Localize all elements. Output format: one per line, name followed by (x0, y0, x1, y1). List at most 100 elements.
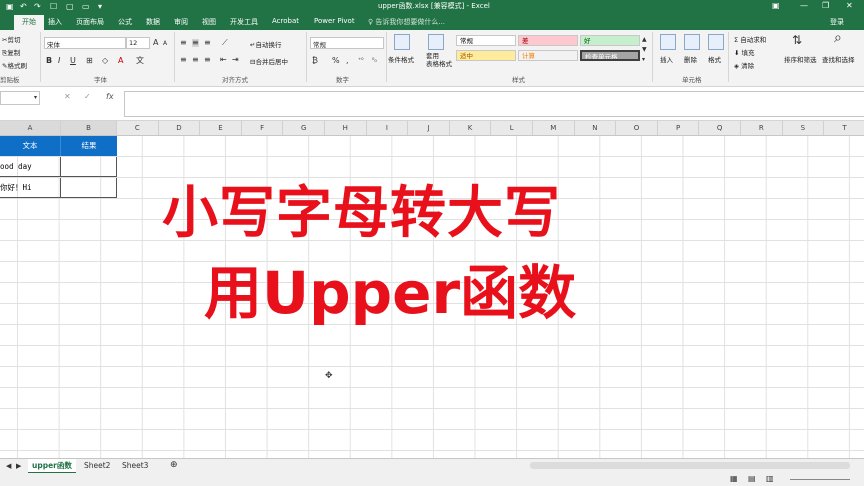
column-header-b[interactable]: B (61, 121, 117, 135)
number-format-select[interactable]: 常规 (310, 37, 384, 49)
minimize-icon[interactable]: — (800, 1, 808, 10)
column-header-d[interactable]: D (159, 121, 201, 135)
scroll-sheets-left-icon[interactable]: ◀ (6, 462, 11, 470)
cell-a1[interactable]: 文本 (0, 136, 61, 156)
cell-a2[interactable]: ood day (0, 157, 61, 177)
orientation-icon[interactable]: ⟋ (222, 39, 228, 47)
percent-icon[interactable]: % (332, 57, 340, 65)
copy-button[interactable]: ⎘复制 (2, 47, 20, 58)
shrink-font-icon[interactable]: A (163, 40, 167, 48)
accounting-icon[interactable]: ₿ (312, 57, 318, 65)
cell-a3[interactable]: 你好！Hi (0, 178, 61, 198)
format-cells-icon[interactable] (708, 34, 724, 50)
cell-b2[interactable] (61, 157, 117, 177)
align-center-icon[interactable]: ≡ (192, 56, 199, 64)
tab-page-layout[interactable]: 页面布局 (76, 17, 104, 27)
style-normal[interactable]: 常规 (456, 35, 516, 46)
conditional-format-label[interactable]: 条件格式 (388, 54, 414, 64)
column-header-r[interactable]: R (741, 121, 783, 135)
magnifier-icon[interactable]: ⌕ (834, 31, 842, 45)
align-middle-icon[interactable]: ≡ (192, 39, 199, 47)
touch-mode-icon[interactable]: ☐ (50, 2, 57, 11)
column-header-p[interactable]: P (658, 121, 700, 135)
scroll-sheets-right-icon[interactable]: ▶ (16, 462, 21, 470)
page-layout-view-icon[interactable]: ▤ (748, 475, 756, 483)
column-header-t[interactable]: T (824, 121, 864, 135)
tab-power-pivot[interactable]: Power Pivot (314, 17, 355, 25)
wrap-text-button[interactable]: ↵自动换行 (250, 39, 281, 49)
clear-button[interactable]: ◈ 清除 (734, 60, 754, 70)
cell-b3[interactable] (61, 178, 117, 198)
column-header-n[interactable]: N (575, 121, 617, 135)
styles-more-icon[interactable]: ▾ (642, 56, 645, 64)
name-box[interactable]: ▾ (0, 91, 40, 105)
conditional-format-icon[interactable] (394, 34, 410, 50)
quick-access-more-icon[interactable]: ▾ (98, 2, 102, 11)
column-header-s[interactable]: S (783, 121, 825, 135)
format-as-table-label[interactable]: 套用 表格格式 (426, 52, 452, 68)
column-header-f[interactable]: F (242, 121, 284, 135)
column-header-e[interactable]: E (200, 121, 242, 135)
page-break-view-icon[interactable]: ▥ (766, 475, 774, 483)
save-icon[interactable]: ▣ (6, 2, 14, 11)
sheet-tab-sheet3[interactable]: Sheet3 (118, 459, 152, 472)
sheet-tab-upper[interactable]: upper函数 (28, 459, 76, 474)
decrease-indent-icon[interactable]: ⇤ (220, 56, 227, 64)
new-sheet-icon[interactable]: ⊕ (170, 461, 178, 470)
format-as-table-icon[interactable] (428, 34, 444, 50)
italic-icon[interactable]: I (58, 57, 60, 65)
restore-icon[interactable]: ❐ (822, 1, 829, 10)
login-link[interactable]: 登录 (830, 17, 844, 27)
redo-icon[interactable]: ↷ (34, 2, 41, 11)
increase-decimal-icon[interactable]: ⁺⁰ (358, 57, 364, 65)
phonetic-icon[interactable]: 文 (136, 57, 144, 65)
format-painter-button[interactable]: ✎格式刷 (2, 60, 27, 70)
insert-cells-label[interactable]: 插入 (660, 54, 673, 64)
style-check-cell[interactable]: 检查单元格 (580, 50, 640, 61)
tab-formulas[interactable]: 公式 (118, 17, 132, 27)
close-icon[interactable]: ✕ (846, 1, 853, 10)
tab-developer[interactable]: 开发工具 (230, 17, 258, 27)
new-file-icon[interactable]: ▢ (66, 2, 74, 11)
normal-view-icon[interactable]: ▦ (730, 475, 738, 483)
bold-icon[interactable]: B (46, 57, 52, 65)
underline-icon[interactable]: U (70, 57, 76, 65)
fill-color-icon[interactable]: ◇ (102, 57, 108, 65)
comma-icon[interactable]: , (346, 57, 349, 65)
font-color-icon[interactable]: A (118, 57, 123, 65)
column-header-c[interactable]: C (117, 121, 159, 135)
format-cells-label[interactable]: 格式 (708, 54, 721, 64)
autosum-button[interactable]: Σ 自动求和 (734, 34, 766, 44)
tab-acrobat[interactable]: Acrobat (272, 17, 299, 25)
style-good[interactable]: 好 (580, 35, 640, 46)
confirm-entry-icon[interactable]: ✓ (84, 93, 91, 101)
tab-insert[interactable]: 插入 (48, 17, 62, 27)
column-header-i[interactable]: I (367, 121, 409, 135)
tab-view[interactable]: 视图 (202, 17, 216, 27)
ribbon-display-icon[interactable]: ▣ (772, 1, 780, 10)
cut-button[interactable]: ✂剪切 (2, 34, 20, 44)
align-left-icon[interactable]: ≡ (180, 56, 187, 64)
column-header-h[interactable]: H (325, 121, 367, 135)
column-header-j[interactable]: J (408, 121, 450, 135)
tab-review[interactable]: 审阅 (174, 17, 188, 27)
merge-center-button[interactable]: ⊟合并后居中 (250, 56, 288, 66)
delete-cells-label[interactable]: 删除 (684, 54, 697, 64)
column-header-g[interactable]: G (283, 121, 325, 135)
border-icon[interactable]: ⊞ (86, 57, 93, 65)
column-header-a[interactable]: A (0, 121, 61, 135)
insert-cells-icon[interactable] (660, 34, 676, 50)
column-header-l[interactable]: L (491, 121, 533, 135)
column-header-o[interactable]: O (616, 121, 658, 135)
column-header-k[interactable]: K (450, 121, 492, 135)
decrease-decimal-icon[interactable]: ⁰₀ (372, 57, 377, 65)
align-bottom-icon[interactable]: ≡ (204, 39, 211, 47)
sort-filter-label[interactable]: 排序和筛选 (784, 54, 817, 64)
style-bad[interactable]: 差 (518, 35, 578, 46)
insert-function-icon[interactable]: fx (106, 93, 114, 101)
open-file-icon[interactable]: ▭ (82, 2, 90, 11)
undo-icon[interactable]: ↶ (20, 2, 27, 11)
zoom-slider[interactable] (790, 479, 850, 480)
formula-input[interactable] (124, 91, 864, 117)
cancel-entry-icon[interactable]: ✕ (64, 93, 71, 101)
